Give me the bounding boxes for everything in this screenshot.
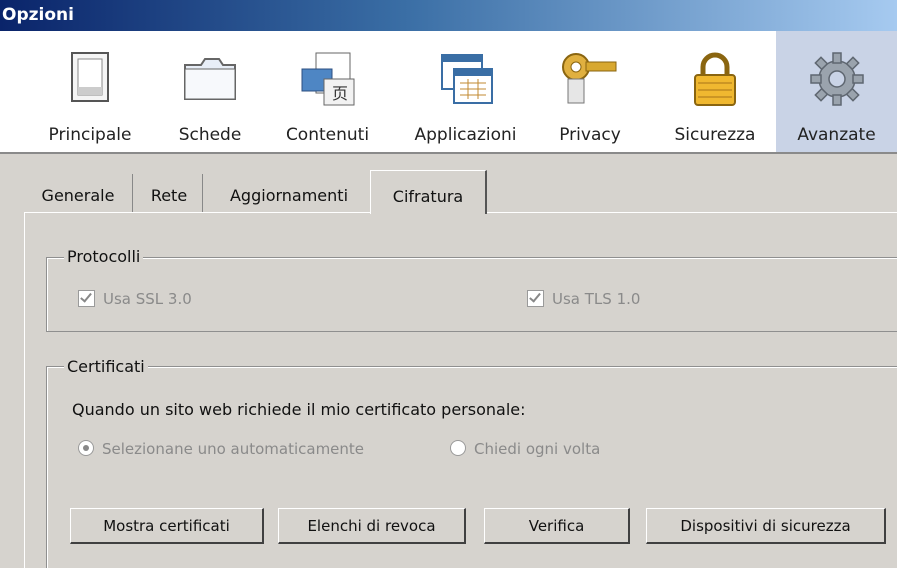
checkbox-icon (78, 290, 95, 307)
title-bar: Opzioni (0, 0, 897, 31)
security-devices-button[interactable]: Dispositivi di sicurezza (646, 508, 886, 544)
tab-label: Generale (41, 186, 115, 205)
revocation-lists-button[interactable]: Elenchi di revoca (278, 508, 466, 544)
button-label: Elenchi di revoca (307, 517, 436, 535)
window-title: Opzioni (2, 5, 74, 25)
toolbar-label: Principale (48, 125, 132, 145)
tab-label: Aggiornamenti (229, 186, 349, 205)
folder-tabs-icon (184, 58, 236, 100)
toolbar-item-contenuti[interactable]: 页 Contenuti (270, 31, 385, 152)
toolbar-item-privacy[interactable]: Privacy (545, 31, 635, 152)
toolbar-item-avanzate[interactable]: Avanzate (776, 31, 897, 152)
tab-label: Rete (150, 186, 188, 205)
toolbar-label: Applicazioni (414, 125, 517, 145)
button-label: Mostra certificati (103, 517, 230, 535)
show-certificates-button[interactable]: Mostra certificati (70, 508, 264, 544)
content-icon: 页 (301, 52, 354, 106)
toolbar-item-sicurezza[interactable]: Sicurezza (660, 31, 770, 152)
toolbar-label: Avanzate (797, 125, 876, 145)
toolbar-item-applicazioni[interactable]: Applicazioni (398, 31, 533, 152)
toolbar-label: Schede (178, 125, 242, 145)
toolbar-label: Privacy (559, 125, 621, 145)
tab-aggiornamenti[interactable]: Aggiornamenti (204, 174, 374, 212)
tab-generale[interactable]: Generale (24, 174, 133, 212)
padlock-icon (694, 52, 736, 106)
window-icon (71, 52, 109, 102)
ssl-checkbox[interactable]: Usa SSL 3.0 (78, 290, 192, 308)
radio-icon (450, 440, 466, 456)
toolbar-label: Contenuti (285, 125, 370, 145)
radio-icon (78, 440, 94, 456)
ask-every-time-label: Chiedi ogni volta (474, 440, 601, 458)
tls-checkbox[interactable]: Usa TLS 1.0 (527, 290, 640, 308)
verify-button[interactable]: Verifica (484, 508, 630, 544)
button-label: Dispositivi di sicurezza (680, 517, 851, 535)
ssl-label: Usa SSL 3.0 (103, 290, 192, 308)
ask-every-time-radio[interactable]: Chiedi ogni volta (450, 440, 600, 458)
auto-select-label: Selezionane uno automaticamente (102, 440, 365, 458)
tls-label: Usa TLS 1.0 (552, 290, 641, 308)
protocolli-title: Protocolli (64, 247, 144, 266)
toolbar-item-schede[interactable]: Schede (160, 31, 260, 152)
key-icon (562, 53, 617, 104)
gear-icon (809, 52, 864, 106)
toolbar-label: Sicurezza (674, 125, 756, 145)
tab-label: Cifratura (392, 187, 464, 206)
tab-rete[interactable]: Rete (136, 174, 203, 212)
preferences-toolbar: Principale Schede 页 Contenuti Applicazio… (0, 31, 897, 154)
checkbox-icon (527, 290, 544, 307)
certificate-question: Quando un sito web richiede il mio certi… (72, 400, 526, 419)
toolbar-item-principale[interactable]: Principale (40, 31, 140, 152)
button-label: Verifica (528, 517, 585, 535)
certificati-title: Certificati (64, 357, 148, 376)
auto-select-radio[interactable]: Selezionane uno automaticamente (78, 440, 364, 458)
applications-icon (440, 54, 493, 104)
svg-text:页: 页 (332, 84, 348, 103)
tab-cifratura[interactable]: Cifratura (370, 170, 487, 214)
